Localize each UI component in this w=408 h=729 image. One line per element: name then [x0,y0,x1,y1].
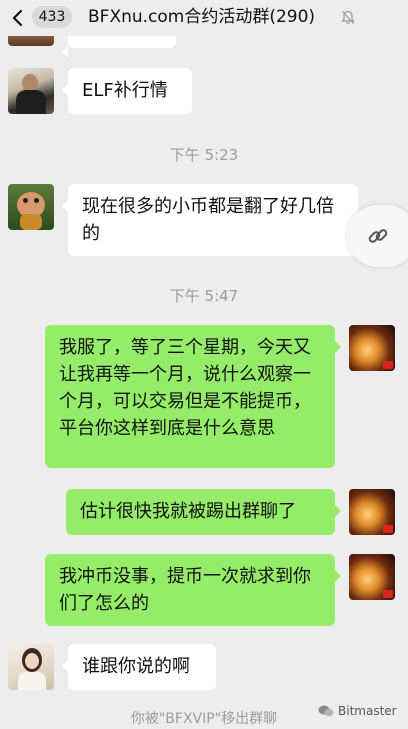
message-bubble: 我冲币没事，提币一次就求到你们了怎么的 [45,554,341,626]
wechat-icon [318,705,334,717]
timestamp: 下午 5:47 [169,287,239,305]
message-bubble: 现在很多的小币都是翻了好几倍的 [62,184,358,256]
avatar[interactable] [8,184,54,230]
message-bubble: 估计很快我就被踢出群聊了 [66,489,341,535]
avatar[interactable] [8,68,54,114]
unread-count-badge[interactable]: 433 [32,6,72,28]
flag-icon [383,525,393,533]
chat-title: BFXnu.com合约活动群(290) [88,7,316,27]
link-float-button[interactable] [347,205,408,267]
timestamp: 下午 5:23 [169,146,239,164]
watermark-text: Bitmaster [338,704,397,718]
flag-icon [383,361,393,369]
self-avatar[interactable] [349,325,395,371]
message-bubble: 谁跟你说的啊 [62,644,216,690]
message-bubble: 我服了，等了三个星期，今天又让我再等一个月，说什么观察一个月，可以交易但是不能提… [45,325,341,468]
back-chevron-icon[interactable] [10,9,26,27]
message-bubble: ELF补行情 [62,68,192,114]
link-icon [368,229,388,243]
watermark: Bitmaster [318,704,397,718]
avatar[interactable] [8,644,54,690]
flag-icon [383,590,393,598]
mute-bell-icon [341,10,355,24]
self-avatar[interactable] [349,489,395,535]
chat-header: 433 BFXnu.com合约活动群(290) [0,0,408,36]
self-avatar[interactable] [349,554,395,600]
